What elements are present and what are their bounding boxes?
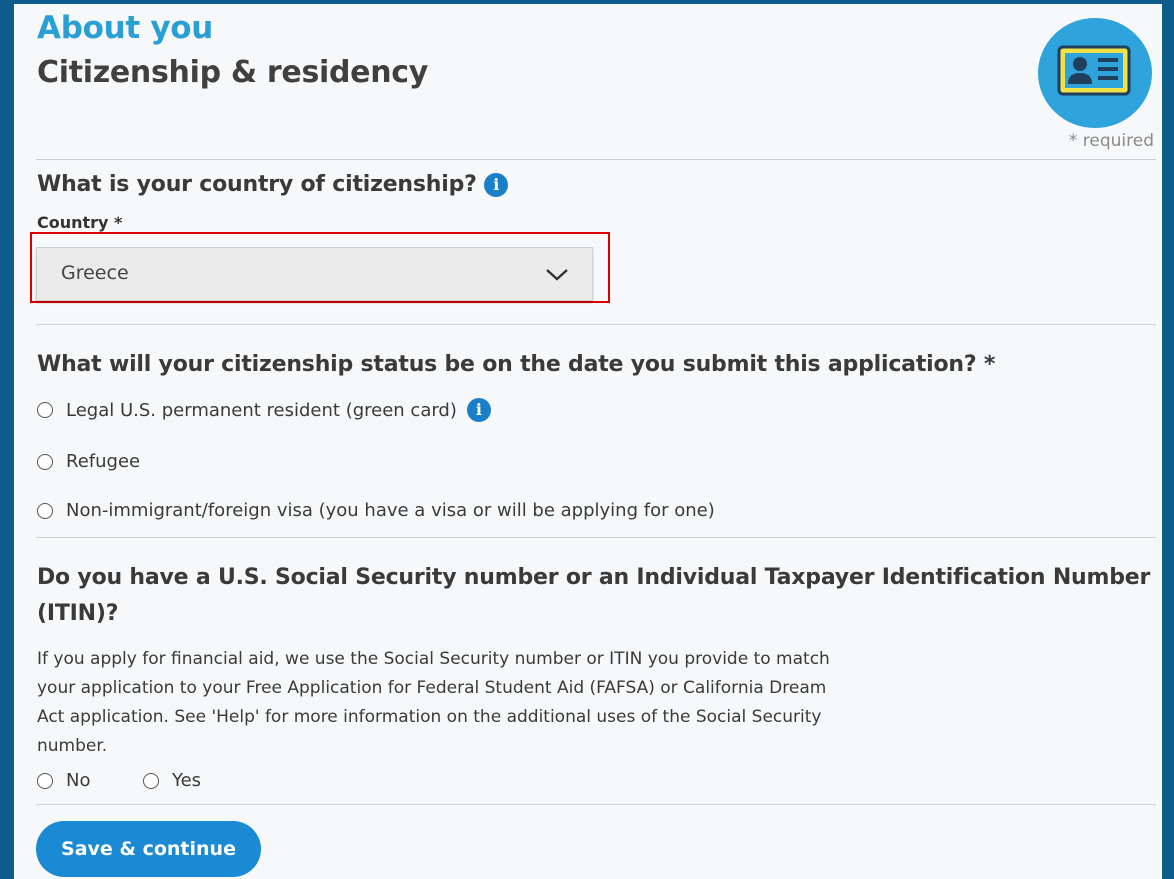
form-panel: About you Citizenship & residency * requ…: [14, 4, 1162, 879]
radio-button[interactable]: [37, 502, 53, 519]
radio-button[interactable]: [37, 453, 53, 470]
save-continue-button[interactable]: Save & continue: [36, 821, 261, 877]
radio-label: Legal U.S. permanent resident (green car…: [66, 399, 457, 421]
chevron-down-icon: [546, 269, 568, 281]
radio-option-green-card[interactable]: Legal U.S. permanent resident (green car…: [37, 398, 491, 422]
help-line: your application to your Free Applicatio…: [37, 678, 827, 698]
radio-option-visa[interactable]: Non-immigrant/foreign visa (you have a v…: [37, 500, 715, 521]
divider: [36, 804, 1156, 805]
country-label: Country *: [37, 213, 123, 232]
divider: [36, 159, 1156, 160]
divider: [36, 324, 1156, 325]
radio-label: No: [66, 770, 91, 791]
country-select-value: Greece: [61, 262, 129, 284]
radio-label: Non-immigrant/foreign visa (you have a v…: [66, 500, 715, 521]
divider: [36, 537, 1156, 538]
radio-button[interactable]: [37, 402, 53, 418]
info-icon[interactable]: i: [484, 173, 509, 197]
ssn-help-text: If you apply for financial aid, we use t…: [37, 645, 887, 761]
radio-button[interactable]: [37, 772, 53, 789]
id-card-icon: [1038, 18, 1152, 128]
radio-label: Refugee: [66, 451, 141, 472]
page-title: Citizenship & residency: [37, 55, 429, 90]
help-line: Act application. See 'Help' for more inf…: [37, 707, 822, 727]
radio-option-no[interactable]: No: [37, 770, 90, 791]
radio-label: Yes: [172, 770, 202, 791]
status-question: What will your citizenship status be on …: [37, 352, 996, 377]
radio-button[interactable]: [143, 772, 159, 789]
radio-option-yes[interactable]: Yes: [143, 770, 201, 791]
citizenship-question: What is your country of citizenship? i: [37, 172, 509, 197]
required-note: * required: [1068, 131, 1154, 151]
section-heading: About you: [37, 10, 214, 46]
info-icon[interactable]: i: [466, 398, 491, 422]
radio-option-refugee[interactable]: Refugee: [37, 451, 140, 472]
help-line: number.: [37, 736, 108, 756]
citizenship-question-text: What is your country of citizenship?: [37, 172, 477, 197]
ssn-question-line2: (ITIN)?: [37, 601, 119, 626]
country-select[interactable]: Greece: [36, 247, 593, 301]
help-line: If you apply for financial aid, we use t…: [37, 649, 830, 669]
ssn-question-line1: Do you have a U.S. Social Security numbe…: [37, 565, 1151, 590]
